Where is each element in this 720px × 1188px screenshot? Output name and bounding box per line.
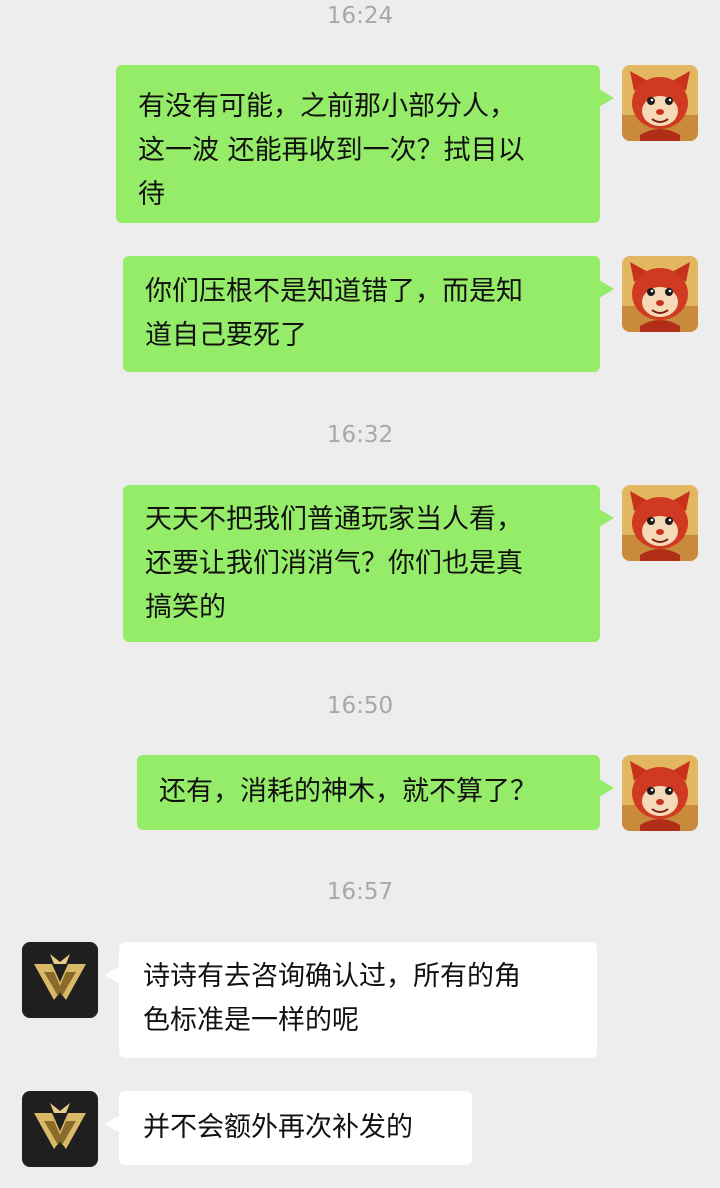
timestamp: 16:50 <box>326 693 394 719</box>
avatar[interactable] <box>22 942 98 1018</box>
cartoon-fox-icon <box>622 65 698 141</box>
timestamp: 16:24 <box>326 3 394 29</box>
timestamp: 16:57 <box>326 879 394 905</box>
gold-emblem-icon <box>22 942 98 1018</box>
cartoon-fox-icon <box>622 485 698 561</box>
message-bubble-outgoing[interactable]: 有没有可能，之前那小部分人， 这一波 还能再收到一次？拭目以 待 <box>116 65 614 223</box>
cartoon-fox-icon <box>622 256 698 332</box>
message-bubble-incoming[interactable]: 诗诗有去咨询确认过，所有的角 色标准是一样的呢 <box>105 942 597 1058</box>
avatar[interactable] <box>622 485 698 561</box>
message-bubble-outgoing[interactable]: 还有，消耗的神木，就不算了？ <box>137 755 614 830</box>
cartoon-fox-icon <box>622 755 698 831</box>
message-bubble-outgoing[interactable]: 天天不把我们普通玩家当人看， 还要让我们消消气？你们也是真 搞笑的 <box>123 485 614 642</box>
timestamp: 16:32 <box>326 422 394 448</box>
avatar[interactable] <box>622 256 698 332</box>
avatar[interactable] <box>622 755 698 831</box>
message-bubble-incoming[interactable]: 并不会额外再次补发的 <box>105 1091 472 1165</box>
chat-area[interactable]: 16:24 有没有可能，之前那小部分人， 这一波 还能再收到一次？拭目以 待 你… <box>0 0 720 1188</box>
message-bubble-outgoing[interactable]: 你们压根不是知道错了，而是知 道自己要死了 <box>123 256 614 372</box>
avatar[interactable] <box>622 65 698 141</box>
gold-emblem-icon <box>22 1091 98 1167</box>
avatar[interactable] <box>22 1091 98 1167</box>
